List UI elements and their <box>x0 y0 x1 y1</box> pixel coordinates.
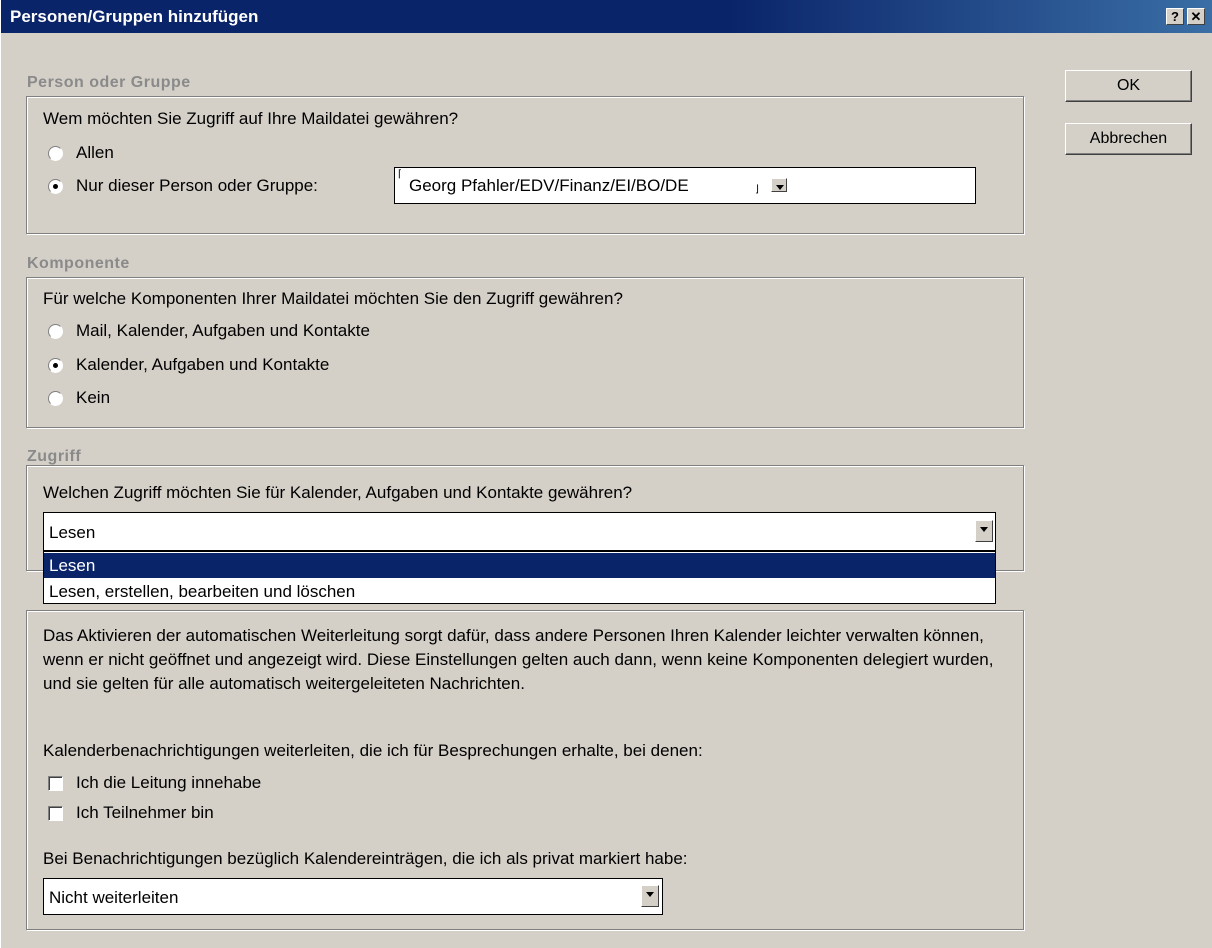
check-chair-label: Ich die Leitung innehabe <box>76 773 262 792</box>
cancel-button[interactable]: Abbrechen <box>1065 123 1192 155</box>
access-select[interactable]: Lesen <box>43 512 996 551</box>
dialog-window: Personen/Gruppen hinzufügen ? ✕ OK Abbre… <box>0 0 1212 948</box>
radio-component-calendar-label: Kalender, Aufgaben und Kontakte <box>76 355 330 374</box>
check-participant-label: Ich Teilnehmer bin <box>76 803 214 822</box>
title-bar[interactable]: Personen/Gruppen hinzufügen ? ✕ <box>1 0 1212 33</box>
ok-button[interactable]: OK <box>1065 70 1192 102</box>
radio-component-all-label: Mail, Kalender, Aufgaben und Kontakte <box>76 321 370 340</box>
meeting-question: Kalenderbenachrichtigungen weiterleiten,… <box>43 741 703 760</box>
person-name-field[interactable]: ⌈ Georg Pfahler/EDV/Finanz/EI/BO/DE ⌋ <box>394 167 976 204</box>
private-question: Bei Benachrichtigungen bezüglich Kalende… <box>43 849 688 868</box>
help-icon[interactable]: ? <box>1166 8 1184 25</box>
access-question: Welchen Zugriff möchten Sie für Kalender… <box>43 483 633 502</box>
close-icon[interactable]: ✕ <box>1187 8 1205 25</box>
check-chair[interactable] <box>48 776 63 791</box>
access-select-value: Lesen <box>49 523 96 542</box>
private-select[interactable]: Nicht weiterleiten <box>43 878 663 915</box>
component-question: Für welche Komponenten Ihrer Maildatei m… <box>43 289 623 308</box>
private-select-value: Nicht weiterleiten <box>49 888 179 907</box>
forwarding-description: Das Aktivieren der automatischen Weiterl… <box>43 626 994 693</box>
radio-component-none[interactable] <box>48 391 63 406</box>
person-name-dropdown-button[interactable] <box>771 178 787 192</box>
radio-all-label: Allen <box>76 143 114 162</box>
component-label: Komponente <box>27 255 130 272</box>
private-dropdown-button[interactable] <box>641 885 659 907</box>
radio-person-label: Nur dieser Person oder Gruppe: <box>76 176 318 195</box>
radio-all[interactable] <box>48 146 63 161</box>
check-participant[interactable] <box>48 806 63 821</box>
radio-component-calendar[interactable] <box>48 358 63 373</box>
dialog-title: Personen/Gruppen hinzufügen <box>10 7 259 26</box>
radio-component-none-label: Kein <box>76 388 111 407</box>
person-name-value: Georg Pfahler/EDV/Finanz/EI/BO/DE <box>409 176 689 195</box>
access-dropdown-button[interactable] <box>975 520 993 542</box>
radio-person[interactable] <box>48 179 63 194</box>
access-option-full[interactable]: Lesen, erstellen, bearbeiten und löschen <box>44 579 995 604</box>
access-dropdown-list: Lesen Lesen, erstellen, bearbeiten und l… <box>43 551 996 604</box>
access-label: Zugriff <box>27 448 82 465</box>
person-group-label: Person oder Gruppe <box>27 74 191 91</box>
radio-component-all[interactable] <box>48 324 63 339</box>
access-option-read[interactable]: Lesen <box>44 553 995 578</box>
person-question: Wem möchten Sie Zugriff auf Ihre Maildat… <box>43 109 459 128</box>
